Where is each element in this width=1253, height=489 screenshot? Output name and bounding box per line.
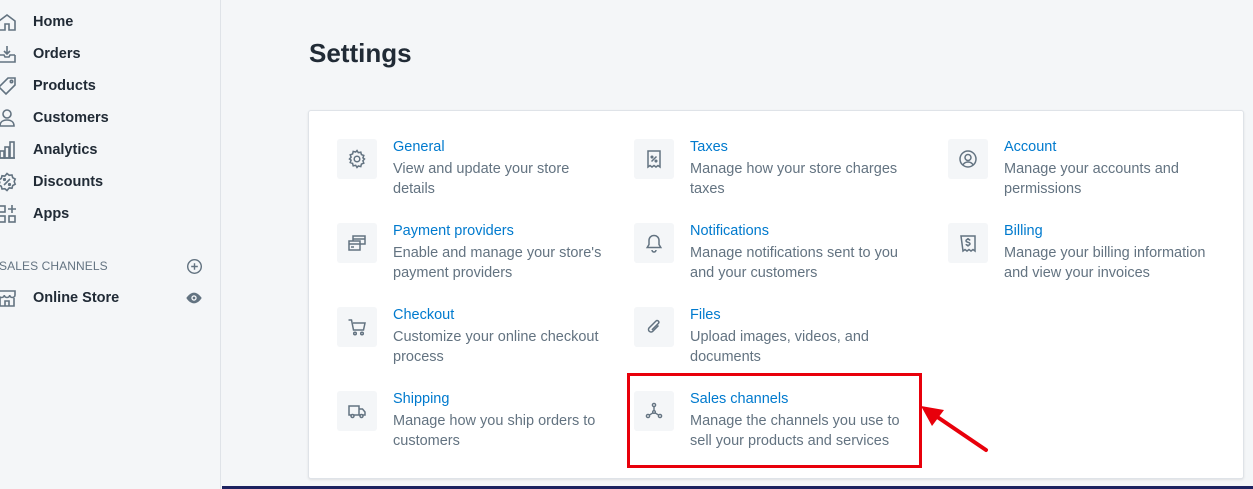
setting-title[interactable]: Billing [1004,223,1043,239]
setting-description: Upload images, videos, and documents [690,329,869,365]
truck-icon [337,391,377,431]
sidebar-item-label: Customers [33,110,109,126]
setting-general[interactable]: General View and update your store detai… [337,139,627,209]
setting-shipping[interactable]: Shipping Manage how you ship orders to c… [337,391,627,461]
sidebar-item-label: Orders [33,46,81,62]
sidebar-item-label: Discounts [33,174,104,190]
setting-description: Customize your online checkout process [393,329,599,365]
page-title: Settings [309,38,412,68]
setting-files[interactable]: Files Upload images, videos, and documen… [634,307,924,377]
setting-title[interactable]: Taxes [690,139,728,155]
sidebar-item-label: Analytics [33,142,98,158]
cart-icon [337,307,377,347]
setting-account[interactable]: Account Manage your accounts and permiss… [948,139,1238,209]
invoice-dollar-icon [948,223,988,263]
setting-title[interactable]: Shipping [393,391,449,407]
sidebar-item-label: Products [33,78,96,94]
arrow-annotation [921,406,988,452]
setting-title[interactable]: Checkout [393,307,454,323]
setting-description: Enable and manage your store's payment p… [393,245,602,281]
home-icon [0,12,17,32]
setting-description: Manage how you ship orders to customers [393,413,596,449]
orders-icon [0,44,17,64]
setting-description: Manage your accounts and permissions [1004,161,1179,197]
eye-icon[interactable] [185,289,203,307]
sidebar: Home Orders Products Customers Analytics… [0,0,221,489]
account-circle-icon [948,139,988,179]
sidebar-item-orders[interactable]: Orders [0,38,220,70]
highlight-box [627,373,922,468]
sales-channels-header: SALES CHANNELS [0,258,220,276]
sidebar-item-products[interactable]: Products [0,70,220,102]
bell-icon [634,223,674,263]
setting-payment-providers[interactable]: Payment providers Enable and manage your… [337,223,627,293]
sidebar-item-label: Apps [33,206,70,222]
setting-title[interactable]: General [393,139,445,155]
setting-title[interactable]: Payment providers [393,223,514,239]
store-icon [0,288,17,308]
setting-taxes[interactable]: Taxes Manage how your store charges taxe… [634,139,924,209]
credit-card-icon [337,223,377,263]
sidebar-item-customers[interactable]: Customers [0,102,220,134]
sales-channels-label: SALES CHANNELS [0,259,108,273]
paperclip-icon [634,307,674,347]
apps-icon [0,204,17,224]
sidebar-item-apps[interactable]: Apps [0,198,220,230]
sidebar-item-analytics[interactable]: Analytics [0,134,220,166]
sidebar-item-discounts[interactable]: Discounts [0,166,220,198]
person-icon [0,108,17,128]
sidebar-item-home[interactable]: Home [0,6,220,38]
bar-chart-icon [0,140,17,160]
gear-icon [337,139,377,179]
add-sales-channel-icon[interactable] [186,258,203,275]
setting-description: Manage your billing information and view… [1004,245,1206,281]
setting-description: Manage notifications sent to you and you… [690,245,898,281]
setting-checkout[interactable]: Checkout Customize your online checkout … [337,307,627,377]
setting-billing[interactable]: Billing Manage your billing information … [948,223,1238,293]
receipt-percent-icon [634,139,674,179]
setting-notifications[interactable]: Notifications Manage notifications sent … [634,223,924,293]
setting-description: Manage how your store charges taxes [690,161,898,197]
sidebar-item-label: Home [33,14,74,30]
discount-icon [0,172,17,192]
setting-title[interactable]: Account [1004,139,1056,155]
setting-title[interactable]: Notifications [690,223,769,239]
tag-icon [0,76,17,96]
sidebar-item-label: Online Store [33,290,120,306]
sidebar-item-online-store[interactable]: Online Store [0,282,220,314]
setting-title[interactable]: Files [690,307,721,323]
setting-description: View and update your store details [393,161,570,197]
